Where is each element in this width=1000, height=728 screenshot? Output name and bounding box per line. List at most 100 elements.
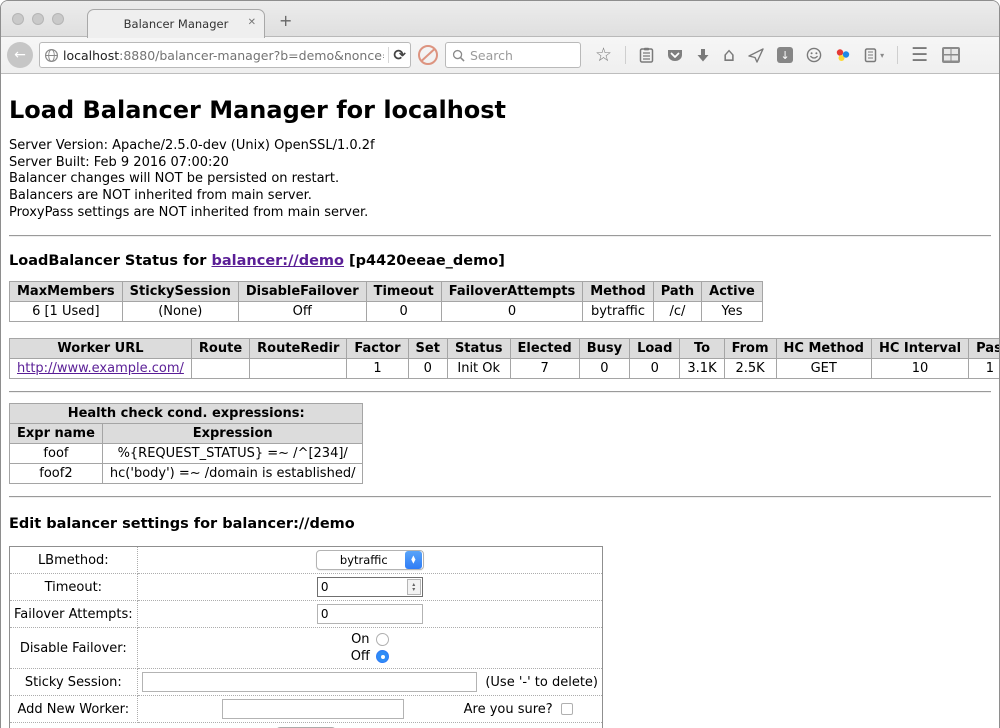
sticky-session-cell: (Use '-' to delete) [137,669,602,696]
expr-row: foof %{REQUEST_STATUS} =~ /^[234]/ [10,444,363,464]
page-title: Load Balancer Manager for localhost [9,96,991,124]
balancer-summary-table: MaxMembers StickySession DisableFailover… [9,281,763,322]
server-built-line: Server Built: Feb 9 2016 07:00:20 [9,155,991,172]
col-to: To [680,339,724,359]
url-text[interactable]: localhost:8880/balancer-manager?b=demo&n… [63,48,384,63]
reload-icon[interactable]: ⟳ [393,46,406,64]
cell-timeout: 0 [366,302,441,322]
cell-method: bytraffic [583,302,653,322]
col-disablefailover: DisableFailover [238,282,366,302]
col-maxmembers: MaxMembers [10,282,123,302]
sticky-session-hint: (Use '-' to delete) [485,675,598,690]
toolbar-divider-2 [897,46,898,64]
table-title-row: Health check cond. expressions: [10,404,363,424]
disable-failover-cell: On Off [137,628,602,669]
col-expr-name: Expr name [10,424,103,444]
add-worker-input[interactable] [222,699,404,719]
save-to-device-icon[interactable]: ↓ [777,47,793,63]
sticky-session-label: Sticky Session: [10,669,138,696]
search-bar[interactable]: Search [445,42,581,68]
table-header-row: Worker URL Route RouteRedir Factor Set S… [10,339,1000,359]
send-tab-icon[interactable] [748,48,764,63]
cell-busy: 0 [579,359,629,379]
down-arrow-icon: ↓ [781,49,790,62]
health-check-title: Health check cond. expressions: [10,404,363,424]
url-bar[interactable]: localhost:8880/balancer-manager?b=demo&n… [39,42,411,68]
col-status: Status [447,339,510,359]
cell-expr-name: foof [10,444,103,464]
server-version-line: Server Version: Apache/2.5.0-dev (Unix) … [9,138,991,155]
add-worker-label: Add New Worker: [10,696,138,723]
cell-route [191,359,249,379]
disable-failover-row: Disable Failover: On Off [10,628,603,669]
failover-off-option[interactable]: Off [142,648,598,665]
persist-note-line: Balancer changes will NOT be persisted o… [9,171,991,188]
cell-active: Yes [702,302,763,322]
balancer-settings-form: LBmethod: bytraffic ▲▼ Timeout: 0 ▴▾ [9,546,603,728]
menu-hamburger-icon[interactable]: ☰ [911,46,928,65]
cell-disablefailover: Off [238,302,366,322]
table-header-row: Expr name Expression [10,424,363,444]
section-divider [9,391,991,393]
col-path: Path [653,282,701,302]
blocked-content-icon[interactable] [417,44,439,66]
status-prefix: LoadBalancer Status for [9,253,211,269]
col-routeredir: RouteRedir [250,339,347,359]
browser-window: Balancer Manager ✕ + ← localhost:8880/ba… [0,0,1000,728]
colored-dots-extension-icon[interactable] [835,47,851,63]
table-row: 6 [1 Used] (None) Off 0 0 bytraffic /c/ … [10,302,763,322]
submit-row: Submit [10,723,603,728]
feedback-smiley-icon[interactable] [806,47,822,63]
col-set: Set [408,339,447,359]
cell-set: 0 [408,359,447,379]
cell-path: /c/ [653,302,701,322]
cell-stickysession: (None) [122,302,238,322]
url-host: localhost [63,48,119,63]
lbmethod-label: LBmethod: [10,547,138,574]
col-method: Method [583,282,653,302]
bookmark-star-icon[interactable]: ☆ [595,46,612,65]
toolbar-icons: ☆ ⌂ ↓ [595,46,961,65]
tab-balancer-manager[interactable]: Balancer Manager ✕ [87,9,265,38]
col-stickysession: StickySession [122,282,238,302]
back-button[interactable]: ← [7,42,33,68]
zoom-window-button[interactable] [52,13,64,25]
cell-elected: 7 [510,359,579,379]
radio-off-checked[interactable] [376,650,389,663]
number-spinner-icon[interactable]: ▴▾ [407,579,421,595]
worker-url-link[interactable]: http://www.example.com/ [17,361,184,376]
cell-from: 2.5K [724,359,776,379]
timeout-value-cell: 0 ▴▾ [137,574,602,601]
pocket-icon[interactable] [667,48,683,63]
cell-status: Init Ok [447,359,510,379]
timeout-input[interactable]: 0 ▴▾ [317,577,423,597]
cell-to: 3.1K [680,359,724,379]
cell-maxmembers: 6 [1 Used] [10,302,123,322]
minimize-window-button[interactable] [32,13,44,25]
balancer-demo-link[interactable]: balancer://demo [211,253,344,269]
radio-on-unchecked[interactable] [376,633,389,646]
new-tab-button[interactable]: + [279,11,292,30]
are-you-sure-checkbox[interactable] [561,703,573,715]
cell-passes: 1 (0) [969,359,1000,379]
failover-attempts-input[interactable]: 0 [317,604,423,624]
section-divider [9,235,991,237]
cell-expr-name: foof2 [10,464,103,484]
home-icon[interactable]: ⌂ [723,46,735,65]
close-window-button[interactable] [12,13,24,25]
chevron-down-icon: ▾ [880,51,884,60]
tab-close-icon[interactable]: ✕ [248,17,256,28]
window-controls[interactable] [12,13,64,25]
lbmethod-row: LBmethod: bytraffic ▲▼ [10,547,603,574]
cell-expression: hc('body') =~ /domain is established/ [102,464,363,484]
failover-on-option[interactable]: On [142,631,598,648]
sticky-session-input[interactable] [142,672,478,692]
urlbar-divider [388,47,389,63]
worker-row: http://www.example.com/ 1 0 Init Ok 7 0 … [10,359,1000,379]
cell-failoverattempts: 0 [441,302,583,322]
clipboard-icon[interactable] [639,47,654,63]
downloads-icon[interactable] [696,48,710,63]
sidebar-grid-icon[interactable] [941,46,961,64]
lbmethod-select[interactable]: bytraffic ▲▼ [316,550,424,570]
container-tabs-icon[interactable]: ▾ [864,47,884,63]
